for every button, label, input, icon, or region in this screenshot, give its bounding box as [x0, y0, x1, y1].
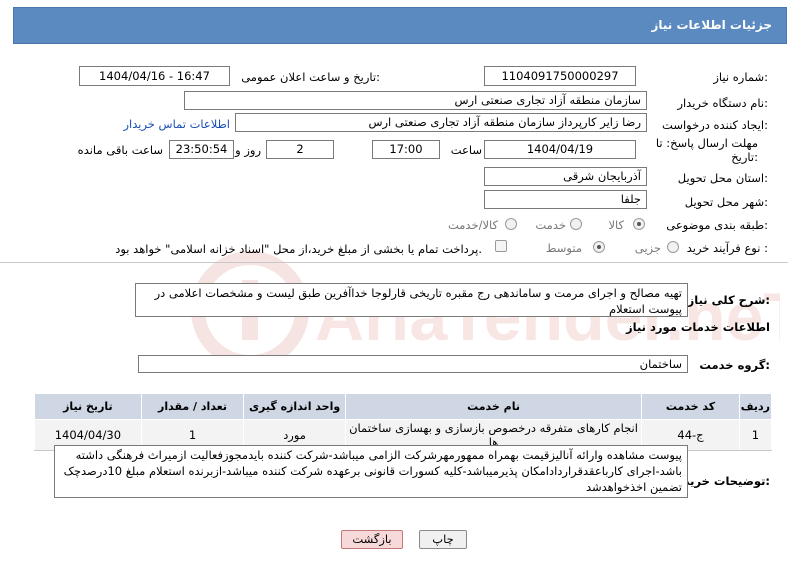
remaining-time-label: ساعت باقی مانده [77, 143, 163, 157]
divider [0, 262, 788, 263]
process-option-medium: متوسط [545, 241, 582, 255]
summary-label: شرح کلی نیاز: [687, 293, 770, 307]
page-header: جزئیات اطلاعات نیاز [13, 7, 787, 44]
city-field: جلفا [484, 190, 647, 209]
province-field: آذربایجان شرقی [484, 167, 647, 186]
col-code-header: کد خدمت [641, 393, 740, 420]
category-label: طبقه بندی موضوعی: [666, 218, 768, 232]
table-header-row: ردیف کد خدمت نام خدمت واحد اندازه گیری ت… [34, 393, 773, 420]
process-radio-medium[interactable] [593, 241, 605, 253]
buyer-contact-link[interactable]: اطلاعات تماس خریدار [123, 117, 230, 131]
process-option-minor: جزیی [634, 241, 661, 255]
service-group-field: ساختمان [138, 355, 688, 373]
province-label: استان محل تحویل: [677, 171, 768, 185]
buyer-org-label: نام دستگاه خریدار: [677, 96, 768, 110]
requester-field: رضا زایر کارپرداز سازمان منطقه آزاد تجار… [235, 113, 647, 132]
col-row-header: ردیف [738, 393, 773, 420]
deadline-label: مهلت ارسال پاسخ: تا [655, 136, 758, 150]
page-title: جزئیات اطلاعات نیاز [651, 18, 772, 32]
announce-label: تاریخ و ساعت اعلان عمومی: [241, 70, 380, 84]
category-radio-goods[interactable] [633, 218, 645, 230]
print-button[interactable]: چاپ [419, 530, 467, 549]
deadline-hour-label: ساعت [450, 143, 482, 157]
category-option-goods-service: کالا/خدمت [447, 218, 498, 232]
process-radio-minor[interactable] [667, 241, 679, 253]
category-option-goods: کالا [608, 218, 624, 232]
deadline-date-field: 1404/04/19 [484, 140, 636, 159]
announce-datetime-field: 1404/04/16 - 16:47 [79, 66, 230, 86]
remaining-time-field: 23:50:54 [169, 140, 234, 159]
col-qty-header: تعداد / مقدار [140, 393, 245, 420]
category-radio-goods-service[interactable] [505, 218, 517, 230]
col-unit-header: واحد اندازه گیری [243, 393, 346, 420]
col-date-header: تاریخ نیاز [34, 393, 142, 420]
cell-row: 1 [738, 419, 773, 451]
services-section-title: اطلاعات خدمات مورد نیاز [626, 320, 770, 334]
services-table: ردیف کد خدمت نام خدمت واحد اندازه گیری ت… [34, 393, 773, 451]
treasury-note: پرداخت تمام یا بخشی از مبلغ خرید،از محل … [115, 242, 482, 256]
need-number-label: شماره نیاز: [713, 70, 768, 84]
remaining-days-field: 2 [266, 140, 334, 159]
col-name-header: نام خدمت [344, 393, 643, 420]
treasury-checkbox[interactable] [495, 240, 507, 252]
process-label: نوع فرآیند خرید : [686, 241, 768, 255]
city-label: شهر محل تحویل: [684, 195, 768, 209]
summary-textarea[interactable]: تهیه مصالح و اجرای مرمت و ساماندهی رج مق… [135, 283, 688, 317]
need-number-field: 1104091750000297 [484, 66, 636, 86]
days-label: روز و [235, 143, 261, 157]
requester-label: ایجاد کننده درخواست: [662, 118, 768, 132]
deadline-hour-field: 17:00 [372, 140, 440, 159]
buyer-org-field: سازمان منطقه آزاد تجاری صنعتی ارس [184, 91, 647, 110]
deadline-date-label: تاریخ: [731, 150, 758, 164]
category-option-service: خدمت [535, 218, 566, 232]
buyer-notes-textarea[interactable]: پیوست مشاهده وارائه آنالیزقیمت بهمراه مم… [54, 445, 688, 498]
category-radio-service[interactable] [570, 218, 582, 230]
back-button[interactable]: بازگشت [341, 530, 403, 549]
service-group-label: گروه خدمت: [699, 358, 770, 372]
